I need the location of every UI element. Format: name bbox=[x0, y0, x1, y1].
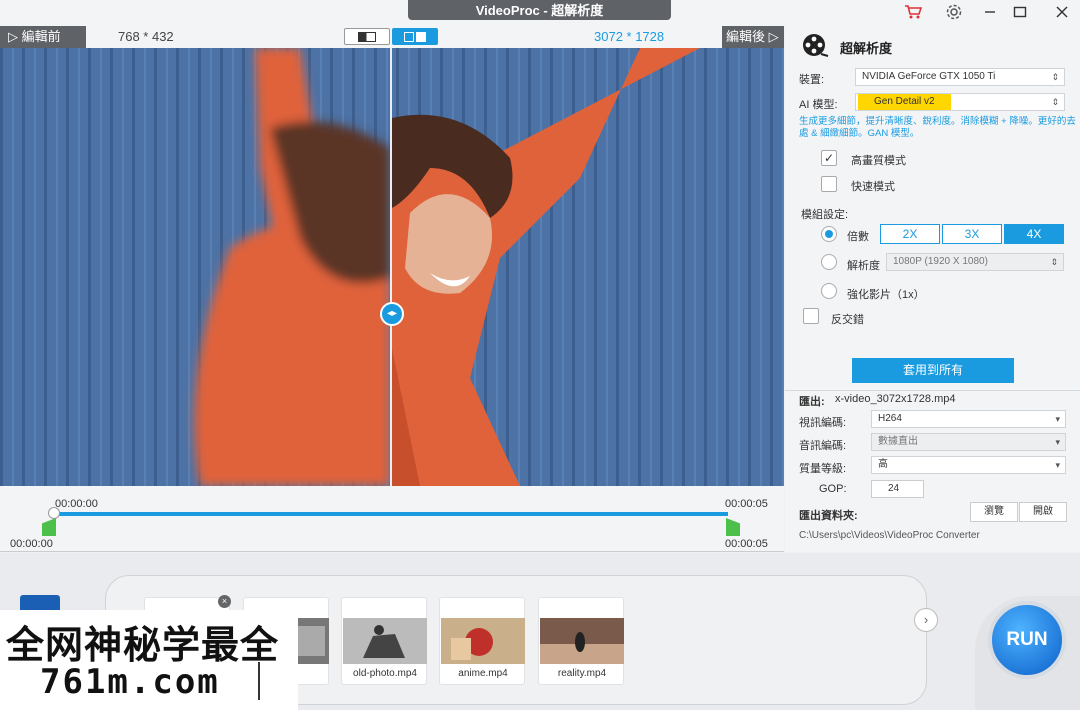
gear-icon[interactable] bbox=[944, 3, 964, 21]
close-icon[interactable] bbox=[1052, 3, 1072, 21]
thumbnail-image bbox=[441, 618, 525, 664]
fast-mode-checkbox[interactable] bbox=[821, 176, 837, 192]
quality-value: 高 bbox=[878, 459, 888, 470]
timeline: 00:00:00 00:00:05 00:00:00 00:00:05 bbox=[0, 486, 784, 552]
enhance-radio[interactable] bbox=[821, 283, 837, 299]
device-select[interactable]: NVIDIA GeForce GTX 1050 Ti ⇕ bbox=[855, 68, 1065, 86]
chevron-updown-icon: ⇕ bbox=[1051, 97, 1059, 107]
output-folder-label: 匯出資料夾: bbox=[799, 510, 858, 522]
playhead[interactable] bbox=[48, 507, 60, 519]
scale-3x-button[interactable]: 3X bbox=[942, 224, 1002, 244]
open-folder-button[interactable]: 開啟 bbox=[1019, 502, 1067, 522]
thumbnail-image bbox=[343, 618, 427, 664]
current-time-left: 00:00:00 bbox=[10, 538, 53, 550]
compare-divider[interactable] bbox=[390, 48, 392, 486]
trim-start-handle[interactable] bbox=[42, 518, 56, 536]
video-preview[interactable]: ◂▸ bbox=[0, 48, 784, 486]
scale-2x-button[interactable]: 2X bbox=[880, 224, 940, 244]
file-thumb[interactable]: reality.mp4 bbox=[538, 597, 624, 685]
before-label: ▷ 編輯前 bbox=[0, 26, 86, 48]
after-label: 編輯後 ▷ bbox=[722, 26, 784, 48]
output-path: C:\Users\pc\Videos\VideoProc Converter bbox=[799, 530, 980, 541]
gop-input[interactable]: 24 bbox=[871, 480, 924, 498]
audio-codec-select[interactable]: 數據直出 ▾ bbox=[871, 433, 1066, 451]
minimize-icon[interactable] bbox=[980, 3, 1000, 21]
deinterlace-checkbox[interactable] bbox=[803, 308, 819, 324]
preview-header: ▷ 編輯前 768 * 432 3072 * 1728 編輯後 ▷ bbox=[0, 26, 784, 48]
hq-mode-checkbox[interactable]: ✓ bbox=[821, 150, 837, 166]
watermark-line1: 全网神秘学最全 bbox=[6, 625, 280, 667]
title-bar: VideoProc - 超解析度 bbox=[0, 0, 1080, 26]
model-description: 生成更多細節，提升清晰度、銳利度。消除模糊 + 降噪。更好的去處 & 細緻細節。… bbox=[799, 116, 1076, 139]
chevron-right-icon[interactable]: › bbox=[914, 608, 938, 632]
split-view-button[interactable] bbox=[344, 28, 390, 45]
output-label: 匯出: bbox=[799, 396, 825, 408]
model-select[interactable]: Gen Detail v2 ⇕ bbox=[855, 93, 1065, 111]
cart-icon[interactable] bbox=[903, 3, 923, 21]
device-label: 裝置: bbox=[799, 74, 825, 86]
settings-panel: 超解析度 裝置: NVIDIA GeForce GTX 1050 Ti ⇕ AI… bbox=[785, 26, 1080, 552]
file-thumb[interactable]: anime.mp4 bbox=[439, 597, 525, 685]
trim-start-time: 00:00:00 bbox=[55, 498, 98, 510]
file-name: old-photo.mp4 bbox=[353, 668, 417, 679]
before-resolution: 768 * 432 bbox=[118, 29, 174, 44]
timeline-track[interactable] bbox=[52, 512, 728, 516]
output-filename[interactable]: x-video_3072x1728.mp4 bbox=[835, 393, 955, 405]
video-codec-label: 視訊編碼: bbox=[799, 417, 847, 429]
chevron-updown-icon: ⇕ bbox=[1050, 257, 1058, 267]
chevron-down-icon: ▾ bbox=[1055, 460, 1060, 470]
resolution-radio[interactable] bbox=[821, 254, 837, 270]
watermark-bar bbox=[258, 662, 260, 700]
model-value: Gen Detail v2 bbox=[858, 94, 951, 110]
watermark: 全网神秘学最全 761m.com bbox=[0, 610, 298, 710]
file-name: reality.mp4 bbox=[557, 668, 607, 679]
audio-codec-label: 音訊編碼: bbox=[799, 440, 847, 452]
video-codec-value: H264 bbox=[878, 413, 902, 424]
resolution-select[interactable]: 1080P (1920 X 1080) ⇕ bbox=[886, 253, 1064, 271]
apply-to-all-button[interactable]: 套用到所有 bbox=[852, 358, 1014, 383]
enhance-label: 強化影片（1x） bbox=[847, 289, 925, 301]
file-name: anime.mp4 bbox=[458, 668, 508, 679]
quality-label: 質量等級: bbox=[799, 463, 847, 475]
deinterlace-label: 反交錯 bbox=[831, 314, 864, 326]
audio-codec-value: 數據直出 bbox=[878, 436, 918, 447]
run-button[interactable]: RUN bbox=[988, 601, 1066, 679]
panel-title: 超解析度 bbox=[840, 41, 893, 56]
device-value: NVIDIA GeForce GTX 1050 Ti bbox=[862, 71, 996, 82]
gop-label: GOP: bbox=[819, 483, 847, 495]
remove-file-icon[interactable]: × bbox=[218, 595, 231, 608]
film-reel-icon bbox=[801, 32, 829, 58]
maximize-icon[interactable] bbox=[1010, 3, 1030, 21]
side-by-side-view-button[interactable] bbox=[392, 28, 438, 45]
scale-label: 倍數 bbox=[847, 231, 869, 243]
chevron-down-icon: ▾ bbox=[1055, 414, 1060, 424]
duration-time: 00:00:05 bbox=[725, 538, 768, 550]
thumbnail-image bbox=[540, 618, 624, 664]
fast-mode-label: 快速模式 bbox=[851, 181, 895, 193]
trim-end-time: 00:00:05 bbox=[725, 498, 768, 510]
divider bbox=[785, 390, 1080, 391]
module-settings-label: 模組設定: bbox=[801, 209, 849, 221]
watermark-line2: 761m.com bbox=[40, 662, 220, 702]
resolution-label: 解析度 bbox=[847, 260, 880, 272]
hq-mode-label: 高畫質模式 bbox=[851, 155, 906, 167]
scale-4x-button[interactable]: 4X bbox=[1004, 224, 1064, 244]
chevron-down-icon: ▾ bbox=[1055, 437, 1060, 447]
chevron-updown-icon: ⇕ bbox=[1051, 72, 1059, 82]
window-title: VideoProc - 超解析度 bbox=[408, 0, 671, 20]
resolution-value: 1080P (1920 X 1080) bbox=[893, 256, 988, 267]
scale-radio[interactable] bbox=[821, 226, 837, 242]
browse-button[interactable]: 瀏覽 bbox=[970, 502, 1018, 522]
quality-select[interactable]: 高 ▾ bbox=[871, 456, 1066, 474]
compare-handle-icon[interactable]: ◂▸ bbox=[380, 302, 404, 326]
video-codec-select[interactable]: H264 ▾ bbox=[871, 410, 1066, 428]
trim-end-handle[interactable] bbox=[726, 518, 740, 536]
file-thumb[interactable]: old-photo.mp4 bbox=[341, 597, 427, 685]
preview-image bbox=[0, 48, 784, 486]
after-resolution: 3072 * 1728 bbox=[594, 29, 665, 44]
model-label: AI 模型: bbox=[799, 99, 838, 111]
